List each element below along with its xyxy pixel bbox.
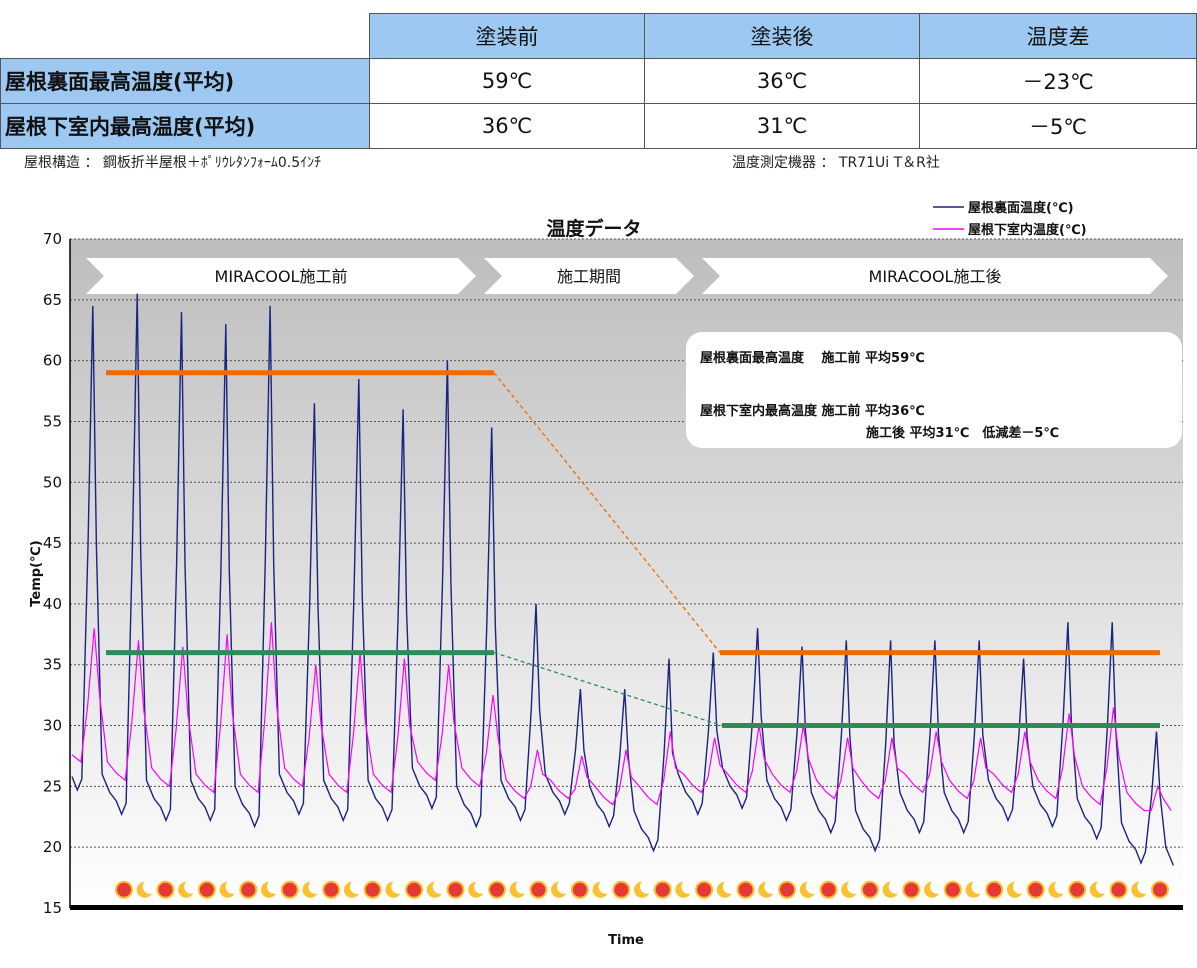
moon-shadow [267, 879, 282, 894]
legend-label-indoor: 屋根下室内温度(℃) [968, 222, 1087, 238]
table-row: 屋根下室内最高温度(平均) 36℃ 31℃ －5℃ [0, 103, 1197, 149]
sun-icon [902, 880, 921, 899]
moon-shadow [930, 879, 945, 894]
info-line-underside: 屋根裏面最高温度 施工前 平均59℃ [700, 350, 925, 366]
x-axis-title: Time [608, 933, 644, 948]
phase-label: 施工期間 [557, 267, 621, 286]
cell-value: 31℃ [644, 103, 920, 149]
moon-shadow [1012, 879, 1027, 894]
info-box: 屋根裏面最高温度 施工前 平均59℃ 屋根下室内最高温度 施工前 平均36℃ 施… [686, 332, 1182, 448]
info-line-indoor-before: 屋根下室内最高温度 施工前 平均36℃ [700, 403, 925, 419]
legend: 屋根裏面温度(℃) 屋根下室内温度(℃) [933, 200, 1087, 238]
sun-icon [322, 880, 341, 899]
cell-value: 36℃ [369, 103, 645, 149]
x-axis-baseline [70, 905, 1183, 910]
chart-title: 温度データ [546, 217, 641, 240]
table-row: 屋根裏面最高温度(平均) 59℃ 36℃ －23℃ [0, 58, 1197, 104]
sun-icon [985, 880, 1004, 899]
y-tick-label: 15 [43, 899, 62, 917]
summary-table: 塗装前 塗装後 温度差 屋根裏面最高温度(平均) 59℃ 36℃ －23℃ 屋根… [0, 13, 1197, 149]
moon-shadow [640, 879, 654, 894]
moon-shadow [391, 879, 406, 894]
sun-icon [446, 880, 465, 899]
row-label-underside: 屋根裏面最高温度(平均) [0, 58, 370, 104]
moon-shadow [681, 879, 696, 894]
info-line-indoor-after: 施工後 平均31℃ 低減差－5℃ [866, 425, 1059, 441]
moon-shadow [722, 879, 737, 894]
sun-icon [405, 880, 424, 899]
roof-structure-note: 屋根構造 ： 鋼板折半屋根＋ﾎﾟﾘｳﾚﾀﾝﾌｫｰﾑ0.5ｲﾝﾁ [24, 155, 322, 171]
moon-shadow [1054, 879, 1069, 894]
legend-label-underside: 屋根裏面温度(℃) [968, 200, 1074, 216]
sun-icon [115, 880, 133, 899]
sun-icon [570, 880, 589, 899]
y-tick-label: 55 [43, 412, 62, 430]
chart-svg: 15 20 25 30 35 40 45 50 55 60 65 70 MIRACOOL施工前 施工期間… [29, 200, 1183, 948]
moon-shadow [764, 879, 779, 894]
y-tick-label: 40 [43, 595, 62, 613]
y-tick-label: 25 [43, 777, 62, 795]
header-after: 塗装後 [644, 13, 920, 59]
sun-icon [156, 880, 175, 899]
phase-label: MIRACOOL施工前 [215, 267, 348, 286]
sun-icon [487, 880, 506, 899]
moon-shadow [474, 879, 489, 894]
moon-shadow [184, 879, 199, 894]
y-tick-label: 65 [43, 291, 62, 309]
sun-icon [819, 880, 838, 899]
phase-label: MIRACOOL施工後 [869, 267, 1002, 286]
cell-value: －5℃ [919, 103, 1197, 149]
y-tick-label: 30 [43, 717, 62, 735]
sun-icon [612, 880, 631, 899]
cell-value: 36℃ [644, 58, 920, 104]
header-before: 塗装前 [369, 13, 645, 59]
moon-shadow [349, 879, 364, 894]
instrument-note: 温度測定機器 ： TR71Ui T＆R社 [732, 155, 940, 171]
sun-icon [363, 880, 382, 899]
y-tick-label: 45 [43, 534, 62, 552]
y-tick-label: 20 [43, 838, 62, 856]
moon-shadow [805, 879, 820, 894]
sun-icon [736, 880, 755, 899]
moon-shadow [598, 879, 613, 894]
cell-value: 59℃ [369, 58, 645, 104]
moon-shadow [1137, 879, 1152, 894]
moon-shadow [142, 879, 157, 894]
moon-shadow [971, 879, 986, 894]
sun-icon [1026, 880, 1045, 899]
sun-icon [653, 880, 672, 899]
sun-icon [280, 880, 299, 899]
sun-icon [1109, 880, 1128, 899]
phase-banners: MIRACOOL施工前 施工期間 MIRACOOL施工後 [86, 258, 1168, 294]
sun-icon [1068, 880, 1087, 899]
sun-icon [239, 880, 258, 899]
y-tick-label: 35 [43, 656, 62, 674]
sun-icon [695, 880, 714, 899]
table-corner [0, 13, 370, 59]
sun-icon [529, 880, 548, 899]
moon-shadow [888, 879, 903, 894]
y-axis-ticks: 15 20 25 30 35 40 45 50 55 60 65 70 [43, 230, 62, 917]
sun-icon [197, 880, 216, 899]
moon-shadow [847, 879, 862, 894]
sun-icon [778, 880, 797, 899]
moon-shadow [1095, 879, 1110, 894]
sun-icon [1151, 880, 1169, 899]
moon-shadow [225, 879, 240, 894]
moon-shadow [515, 879, 530, 894]
row-label-indoor: 屋根下室内最高温度(平均) [0, 103, 370, 149]
moon-shadow [557, 879, 572, 894]
moon-shadow [432, 879, 447, 894]
temperature-chart: 15 20 25 30 35 40 45 50 55 60 65 70 MIRACOOL施工前 施工期間… [0, 190, 1197, 968]
y-tick-label: 50 [43, 473, 62, 491]
y-tick-label: 60 [43, 352, 62, 370]
moon-shadow [308, 879, 323, 894]
cell-value: －23℃ [919, 58, 1197, 104]
y-axis-title: Temp(℃) [29, 540, 44, 606]
y-tick-label: 70 [43, 230, 62, 248]
header-diff: 温度差 [919, 13, 1197, 59]
sun-icon [860, 880, 879, 899]
table-header-row: 塗装前 塗装後 温度差 [0, 13, 1197, 59]
sun-icon [943, 880, 962, 899]
